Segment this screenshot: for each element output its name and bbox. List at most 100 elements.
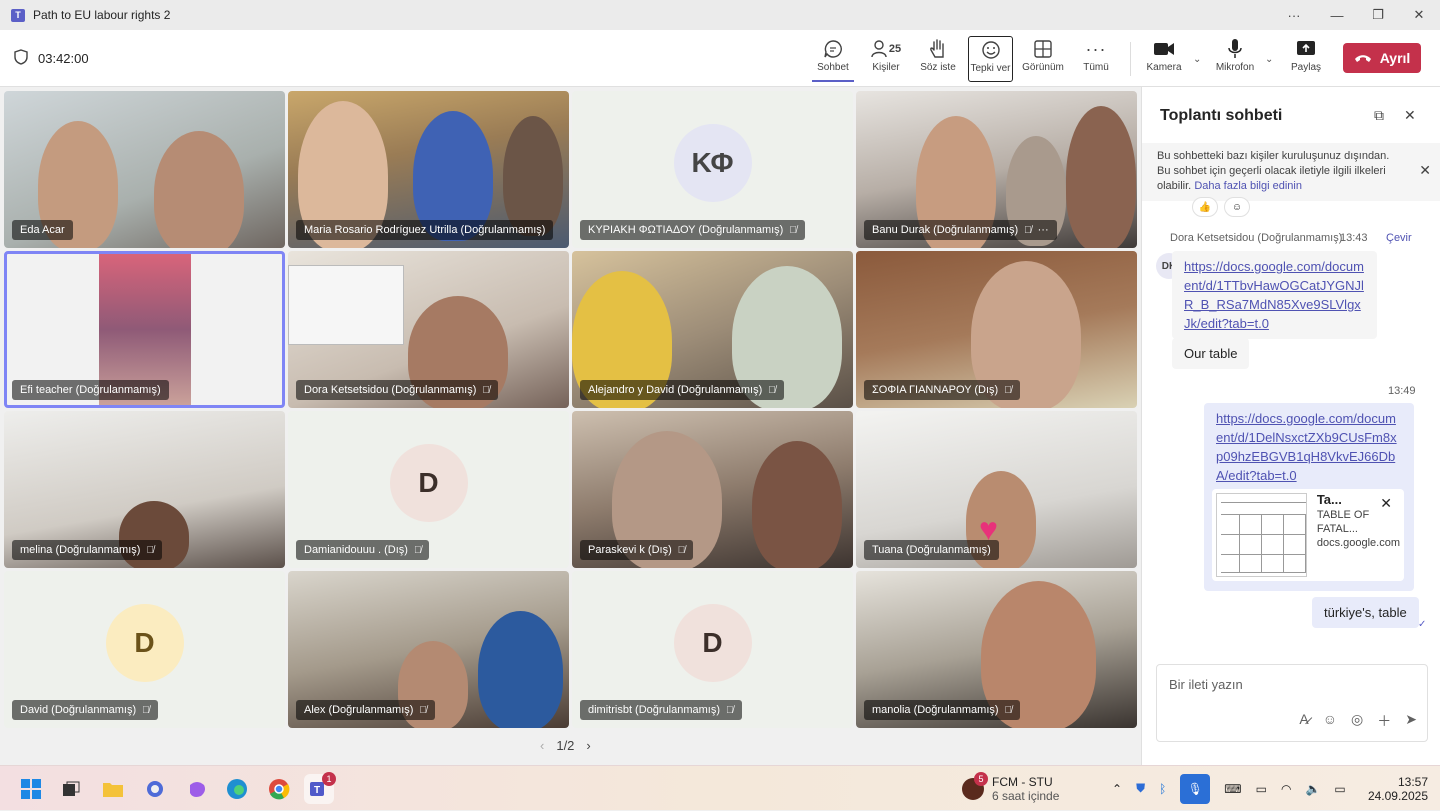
message-compose-box[interactable]: Bir ileti yazın A̷ ☺ ◎ ＋ ➤ xyxy=(1156,664,1428,742)
toolbar-divider xyxy=(1130,42,1131,76)
message-link[interactable]: https://docs.google.com/document/d/1TTbv… xyxy=(1184,259,1364,331)
remove-preview-icon[interactable]: ✕ xyxy=(1380,495,1392,512)
video-tile[interactable]: Banu Durak (Doğrulanmamış) 🎙̸ ··· xyxy=(856,91,1137,248)
message-sender: Dora Ketsetsidou (Doğrulanmamış) xyxy=(1170,232,1343,244)
microphone-button[interactable]: Mikrofon xyxy=(1212,36,1258,82)
add-reaction-icon[interactable]: ☺ xyxy=(1224,197,1250,217)
people-icon: 25 xyxy=(871,36,901,62)
edge-browser-icon[interactable] xyxy=(222,774,252,804)
format-icon[interactable]: A̷ xyxy=(1299,711,1308,731)
file-explorer-icon[interactable] xyxy=(98,774,128,804)
video-tile[interactable]: melina (Doğrulanmamış) 🎙̸ xyxy=(4,411,285,568)
preview-title: Ta... xyxy=(1316,492,1342,507)
participant-name-tag: Eda Acar xyxy=(12,220,73,240)
translate-link[interactable]: Çevir xyxy=(1386,232,1412,244)
task-view-icon[interactable] xyxy=(56,774,86,804)
security-shield-icon[interactable]: ⛊ xyxy=(1136,781,1145,796)
video-tile[interactable]: D David (Doğrulanmamış) 🎙̸ xyxy=(4,571,285,728)
share-button[interactable]: Paylaş xyxy=(1286,36,1326,82)
clock-time: 13:57 xyxy=(1397,774,1428,789)
battery-icon[interactable]: ▭ xyxy=(1334,782,1345,796)
participant-name: dimitrisbt (Doğrulanmamış) xyxy=(588,704,721,716)
notification-title: FCM - STU xyxy=(992,774,1053,789)
mic-options-chevron-icon[interactable]: ⌄ xyxy=(1265,54,1273,65)
video-tile[interactable]: ΣΟΦΙΑ ΓΙΑΝΝΑΡΟΥ (Dış) 🎙̸ xyxy=(856,251,1137,408)
pop-out-icon[interactable]: ⧉ xyxy=(1374,107,1384,124)
loop-icon[interactable]: ◎ xyxy=(1351,711,1363,731)
video-tile[interactable]: Paraskevi k (Dış) 🎙̸ xyxy=(572,411,853,568)
video-tile[interactable]: Alex (Doğrulanmamış) 🎙̸ xyxy=(288,571,569,728)
close-chat-icon[interactable]: ✕ xyxy=(1404,107,1416,124)
video-tile[interactable]: D dimitrisbt (Doğrulanmamış) 🎙̸ xyxy=(572,571,853,728)
video-tile[interactable]: Eda Acar xyxy=(4,91,285,248)
people-button[interactable]: 25 Kişiler xyxy=(864,36,908,82)
video-tile[interactable]: Alejandro y David (Doğrulanmamış) 🎙̸ xyxy=(572,251,853,408)
display-icon[interactable]: ▭ xyxy=(1256,782,1267,796)
leave-button[interactable]: Ayrıl xyxy=(1343,43,1421,73)
chrome-browser-icon[interactable] xyxy=(264,774,294,804)
maximize-button[interactable]: ❐ xyxy=(1358,0,1398,30)
dismiss-notice-icon[interactable]: ✕ xyxy=(1419,163,1431,178)
video-tile[interactable]: ΚΦ ΚΥΡΙΑΚΗ ΦΩΤΙΑΔΟΥ (Doğrulanmamış) 🎙̸ xyxy=(572,91,853,248)
start-menu-icon[interactable] xyxy=(16,774,46,804)
copilot-app-icon[interactable] xyxy=(182,774,212,804)
mic-label: Mikrofon xyxy=(1215,62,1255,73)
show-hidden-icons-chevron-icon[interactable]: ⌃ xyxy=(1112,782,1122,796)
keyboard-icon[interactable]: ⌨ xyxy=(1224,782,1241,796)
meeting-toolbar: 03:42:00 Sohbet 25 Kişiler Söz iste Tepk… xyxy=(0,30,1440,87)
participant-name-tag: Damianidouuu . (Dış) 🎙̸ xyxy=(296,540,430,560)
camera-button[interactable]: Kamera xyxy=(1144,36,1184,82)
volume-icon[interactable]: 🔈 xyxy=(1305,782,1320,796)
bluetooth-icon[interactable]: ᛒ xyxy=(1159,782,1166,796)
participant-name: ΚΥΡΙΑΚΗ ΦΩΤΙΑΔΟΥ (Doğrulanmamış) xyxy=(588,224,784,236)
more-button[interactable]: ··· Tümü xyxy=(1078,36,1114,82)
thumbs-up-reaction-icon[interactable]: 👍 xyxy=(1192,197,1218,217)
wifi-icon[interactable]: ◠ xyxy=(1281,782,1291,796)
mic-off-icon: 🎙̸ xyxy=(419,704,427,716)
more-options-icon[interactable]: ··· xyxy=(1274,0,1314,30)
participant-name-tag: Alex (Doğrulanmamış) 🎙̸ xyxy=(296,700,435,720)
my-message-link[interactable]: https://docs.google.com/document/d/1DelN… xyxy=(1216,411,1397,483)
tile-more-icon[interactable]: ··· xyxy=(1038,224,1049,236)
mic-off-icon: 🎙̸ xyxy=(1004,704,1013,716)
compose-placeholder: Bir ileti yazın xyxy=(1169,677,1243,692)
teams-taskbar-icon[interactable]: T 1 xyxy=(304,772,336,804)
participant-name: Tuana (Doğrulanmamış) xyxy=(872,544,991,556)
close-window-button[interactable]: ✕ xyxy=(1399,0,1439,30)
microphone-icon xyxy=(1227,36,1243,62)
view-button[interactable]: Görünüm xyxy=(1018,36,1068,82)
video-tile[interactable]: Maria Rosario Rodríguez Utrilla (Doğrula… xyxy=(288,91,569,248)
chat-title: Toplantı sohbeti xyxy=(1160,107,1283,124)
attach-plus-icon[interactable]: ＋ xyxy=(1377,711,1391,731)
send-icon[interactable]: ➤ xyxy=(1405,711,1417,731)
chat-button[interactable]: Sohbet xyxy=(812,36,854,82)
participant-name-tag: manolia (Doğrulanmamış) 🎙̸ xyxy=(864,700,1021,720)
video-tile[interactable]: ♥ Tuana (Doğrulanmamış) xyxy=(856,411,1137,568)
meeting-chat-panel: Toplantı sohbeti ⧉ ✕ Bu sohbetteki bazı … xyxy=(1141,87,1440,765)
react-button[interactable]: Tepki ver xyxy=(968,36,1013,82)
clock[interactable]: 13:57 24.09.2025 xyxy=(1368,766,1428,811)
learn-more-link[interactable]: Daha fazla bilgi edinin xyxy=(1194,180,1302,192)
camera-options-chevron-icon[interactable]: ⌄ xyxy=(1193,54,1201,65)
next-page-chevron-icon[interactable]: › xyxy=(586,738,590,753)
video-tile[interactable]: D Damianidouuu . (Dış) 🎙̸ xyxy=(288,411,569,568)
participant-name: David (Doğrulanmamış) xyxy=(20,704,137,716)
raise-hand-button[interactable]: Söz iste xyxy=(918,36,958,82)
video-tile[interactable]: Efi teacher (Doğrulanmamış) xyxy=(4,251,285,408)
microphone-in-use-icon[interactable]: 🎙 xyxy=(1180,773,1211,804)
participant-name-tag: Tuana (Doğrulanmamış) xyxy=(864,540,999,560)
participant-name-tag: dimitrisbt (Doğrulanmamış) 🎙̸ xyxy=(580,700,742,720)
participant-name: Alejandro y David (Doğrulanmamış) xyxy=(588,384,763,396)
shield-icon xyxy=(14,49,28,68)
document-thumbnail xyxy=(1216,493,1307,577)
minimize-button[interactable]: — xyxy=(1317,0,1357,30)
video-tile[interactable]: Dora Ketsetsidou (Doğrulanmamış) 🎙̸ xyxy=(288,251,569,408)
emoji-icon[interactable]: ☺ xyxy=(1323,711,1337,731)
participant-name: Maria Rosario Rodríguez Utrilla (Doğrula… xyxy=(304,224,546,236)
video-tile[interactable]: manolia (Doğrulanmamış) 🎙̸ xyxy=(856,571,1137,728)
calendar-notification[interactable]: 5 FCM - STU 6 saat içinde xyxy=(962,766,1059,811)
previous-page-chevron-icon[interactable]: ‹ xyxy=(540,738,544,753)
copilot-icon[interactable] xyxy=(140,774,170,804)
share-label: Paylaş xyxy=(1290,62,1321,73)
link-preview-card[interactable]: Ta... TABLE OF FATAL... docs.google.com … xyxy=(1212,489,1404,581)
